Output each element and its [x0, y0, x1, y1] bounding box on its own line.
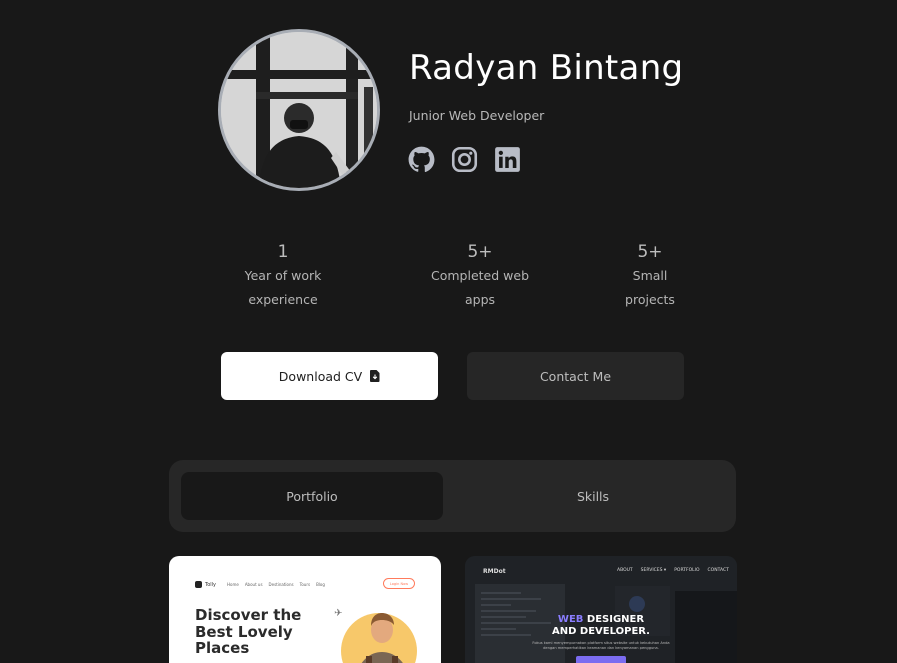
contact-me-label: Contact Me: [539, 368, 612, 384]
tab-skills[interactable]: Skills: [462, 472, 724, 520]
profile-avatar: [218, 29, 380, 191]
stat-label-line2: experience: [248, 292, 318, 307]
stat-value: 5+: [467, 242, 493, 262]
social-links: [408, 146, 521, 173]
svg-text:✈: ✈: [334, 608, 342, 619]
card-nav: Home About us Destinations Tours Blog: [227, 582, 325, 587]
github-link[interactable]: [408, 146, 435, 173]
stat-label-line2: projects: [625, 292, 675, 307]
stat-value: 5+: [637, 242, 663, 262]
card-logo: RMDot: [483, 568, 506, 575]
instagram-icon: [451, 146, 478, 173]
contact-me-button[interactable]: Contact Me: [467, 352, 684, 400]
card-login-button: Login Now: [383, 578, 415, 589]
stat-label-line1: Small: [632, 268, 668, 283]
card-headline: Discover the Best Lovely Places: [195, 606, 302, 657]
stat-label-line1: Year of work: [244, 268, 322, 283]
card-cta-button: [576, 656, 626, 663]
tab-portfolio[interactable]: Portfolio: [181, 472, 443, 520]
tab-label: Skills: [576, 488, 610, 504]
tab-label: Portfolio: [286, 488, 338, 504]
stat-label-line2: apps: [464, 292, 496, 307]
stat-label-line1: Completed web: [431, 268, 529, 283]
section-tabs: Portfolio Skills: [169, 460, 736, 532]
card-nav: ABOUT SERVICES ▾ PORTFOLIO CONTACT: [617, 568, 729, 573]
avatar-photo: [221, 32, 377, 188]
profile-name: Radyan Bintang: [409, 48, 684, 88]
portfolio-card-travel[interactable]: Tolly Home About us Destinations Tours B…: [169, 556, 441, 663]
instagram-link[interactable]: [451, 146, 478, 173]
stat-value: 1: [277, 242, 289, 262]
profile-role: Junior Web Developer: [409, 108, 545, 123]
card-headline: WEB DESIGNER AND DEVELOPER.: [552, 614, 650, 637]
stat-small-projects: 5+ Small projects: [609, 241, 691, 312]
linkedin-link[interactable]: [494, 146, 521, 173]
stat-experience: 1 Year of work experience: [232, 241, 334, 312]
github-icon: [408, 146, 435, 172]
download-cv-label: Download CV: [278, 368, 363, 384]
file-download-icon: [370, 370, 380, 382]
card-person-photo: ✈: [334, 608, 417, 663]
card-subtitle: Fokus kami menyempurnakan platform situs…: [532, 641, 670, 650]
portfolio-card-webdev[interactable]: RMDot ABOUT SERVICES ▾ PORTFOLIO CONTACT…: [465, 556, 737, 663]
download-cv-button[interactable]: Download CV: [221, 352, 438, 400]
linkedin-icon: [495, 147, 520, 172]
stat-web-apps: 5+ Completed web apps: [419, 241, 541, 312]
card-logo: Tolly: [195, 581, 216, 588]
